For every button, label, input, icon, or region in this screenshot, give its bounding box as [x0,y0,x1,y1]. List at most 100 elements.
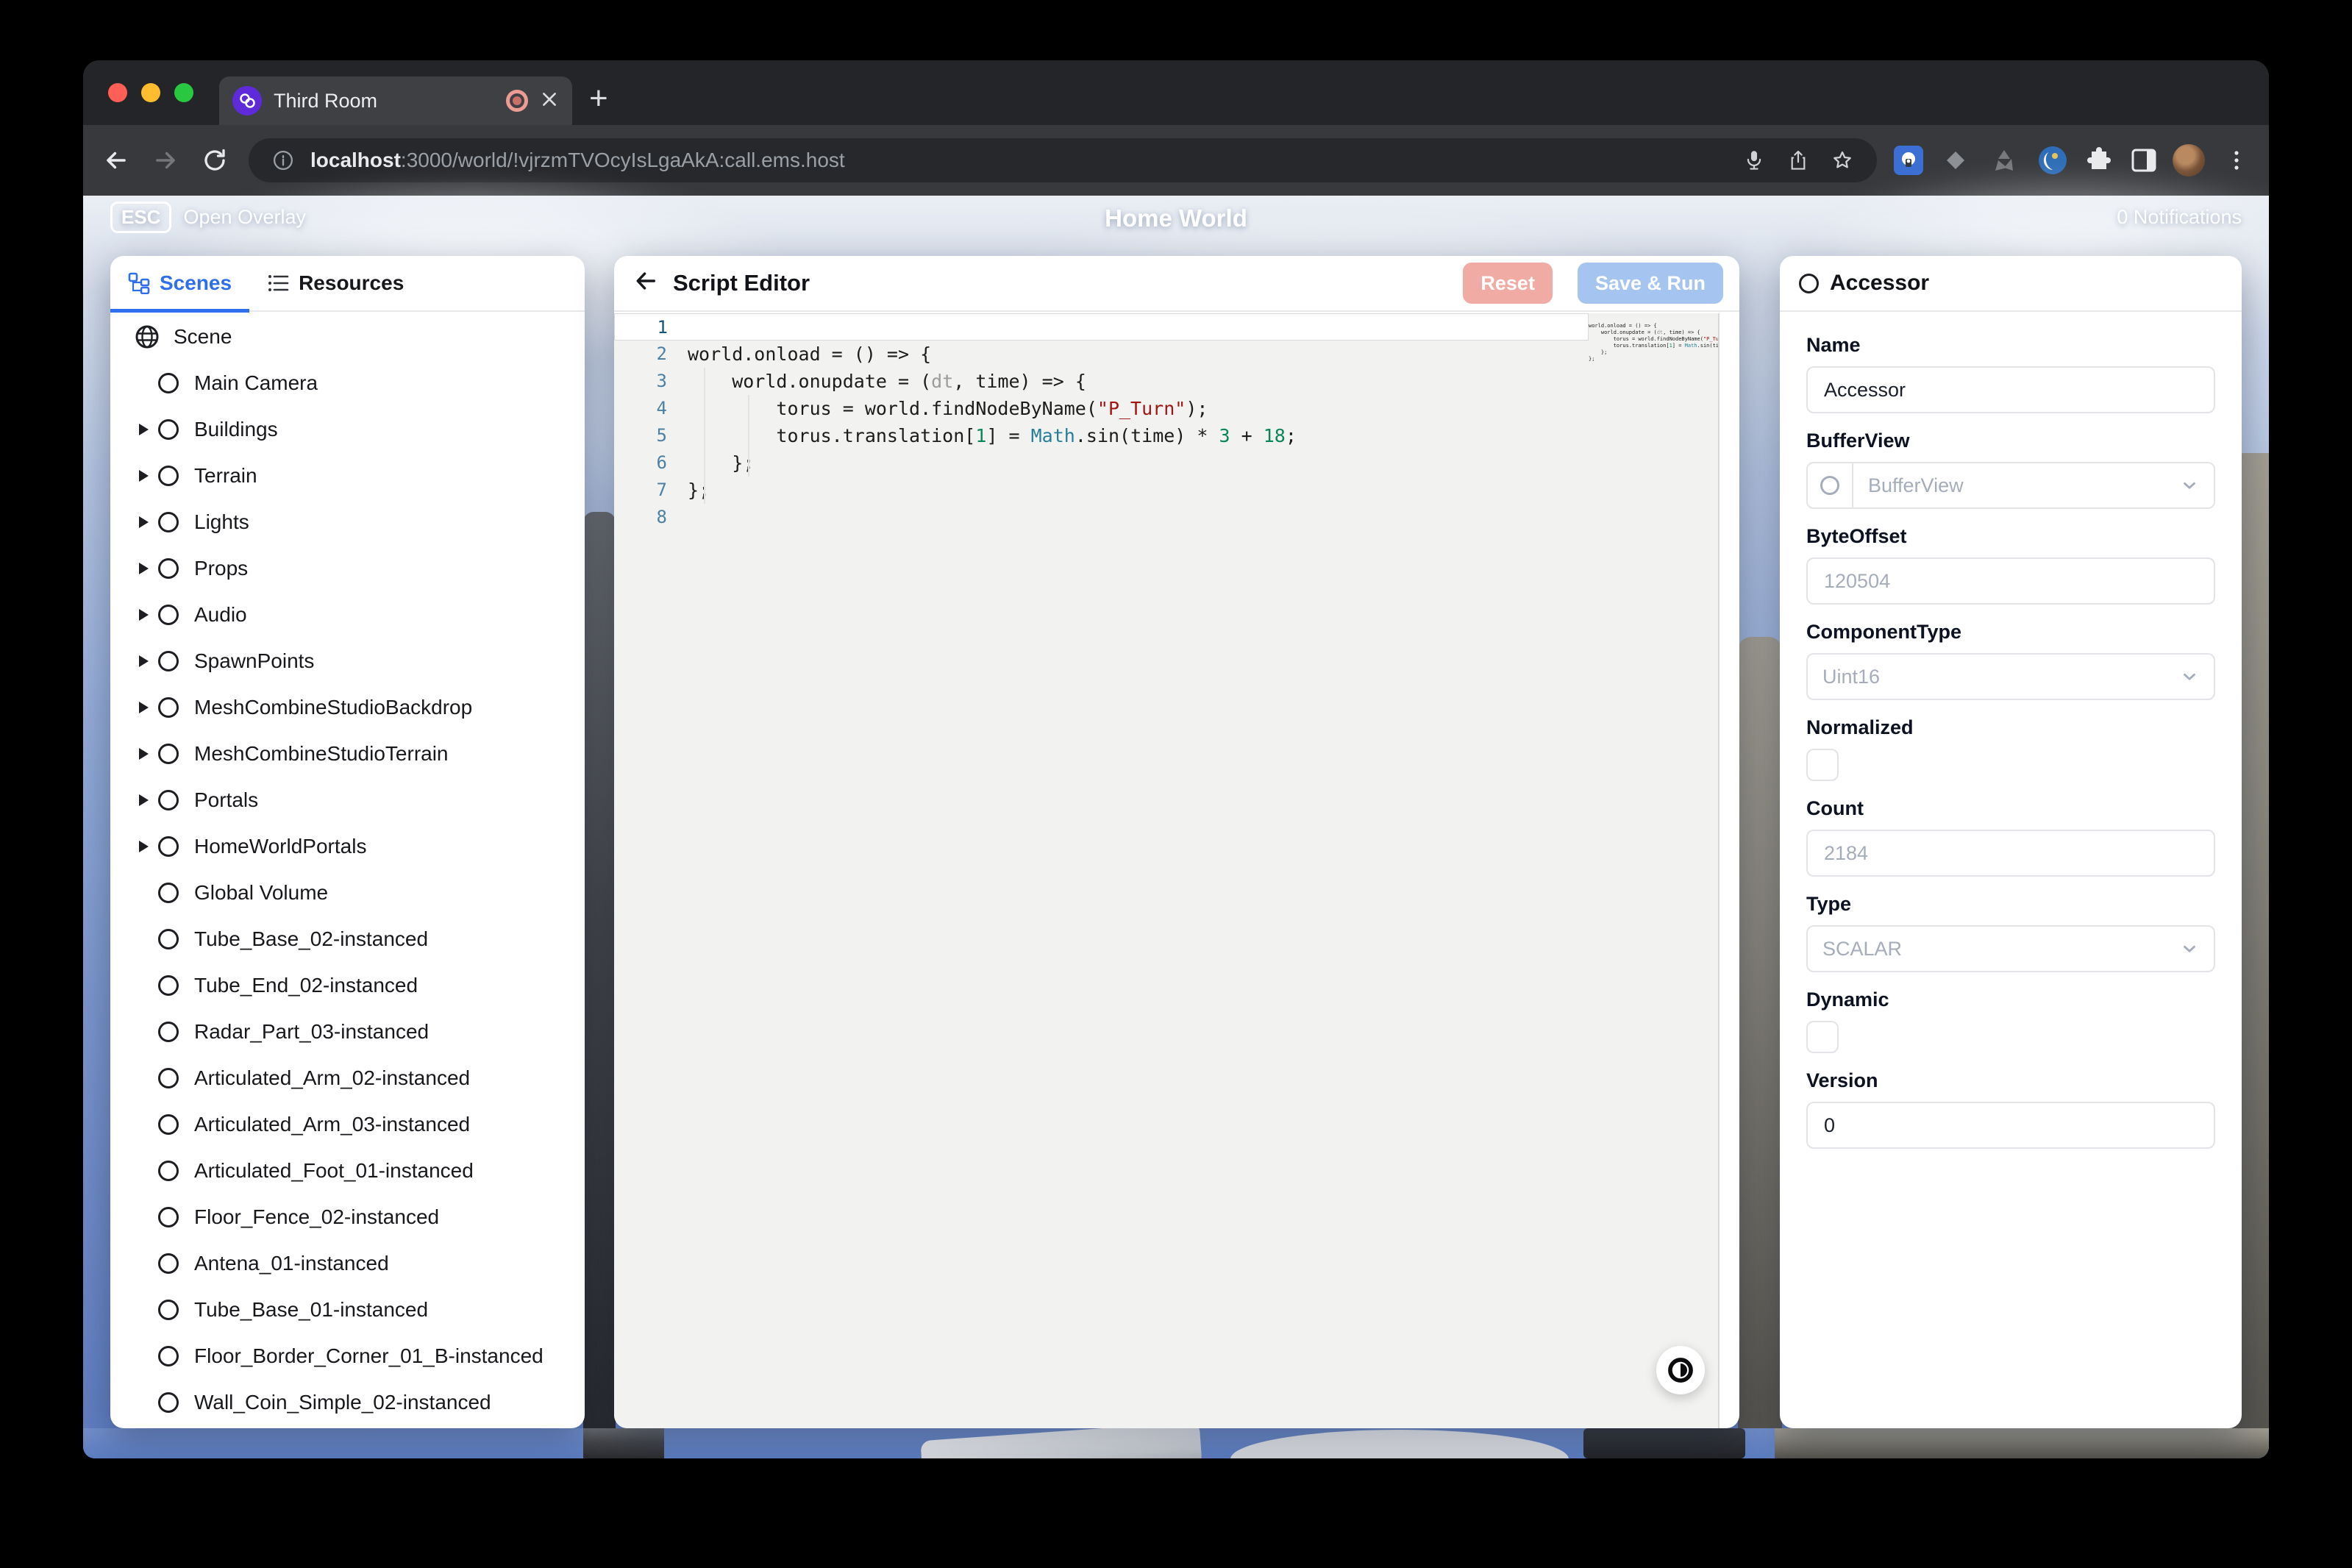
entity-circle-icon [158,1114,179,1135]
field-bufferview-select[interactable]: BufferView [1806,462,2215,509]
code-line-7[interactable]: 7}; [614,477,1589,504]
tree-node-lights[interactable]: Lights [110,499,585,545]
expand-arrow-icon[interactable] [135,609,158,621]
tree-node-floor-fence-02-instanced[interactable]: Floor_Fence_02-instanced [110,1194,585,1240]
password-manager-extension-icon[interactable] [1892,144,1925,177]
field-count-input[interactable] [1806,830,2215,877]
code-line-4[interactable]: 4 torus = world.findNodeByName("P_Turn")… [614,395,1589,422]
triangle-icon [139,563,149,574]
tree-node-articulated-arm-02-instanced[interactable]: Articulated_Arm_02-instanced [110,1055,585,1101]
tree-node-buildings[interactable]: Buildings [110,406,585,452]
expand-arrow-icon[interactable] [135,748,158,760]
code-token: 3 [1219,425,1230,446]
properties-title: Accessor [1830,271,1929,296]
tree-node-spawnpoints[interactable]: SpawnPoints [110,638,585,684]
site-info-icon[interactable] [266,149,300,171]
tree-node-radar-part-03-instanced[interactable]: Radar_Part_03-instanced [110,1008,585,1055]
expand-arrow-icon[interactable] [135,424,158,435]
minimap-line: world.onupdate = (dt, time) => { [1589,329,1718,336]
reload-button[interactable] [194,140,235,181]
code-line-8[interactable]: 8 [614,504,1589,531]
tree-node-meshcombinestudioterrain[interactable]: MeshCombineStudioTerrain [110,730,585,777]
tree-node-homeworldportals[interactable]: HomeWorldPortals [110,823,585,869]
tree-node-terrain[interactable]: Terrain [110,452,585,499]
tree-node-label: Main Camera [194,371,318,395]
tree-node-scene-root[interactable]: Scene [110,313,585,360]
code-editor[interactable]: 12world.onload = () => {3 world.onupdate… [614,313,1720,1428]
share-icon[interactable] [1781,149,1815,171]
back-arrow-button[interactable] [633,268,658,298]
window-close-button[interactable] [108,83,127,102]
tab-close-button[interactable] [540,90,559,113]
editor-minimap[interactable]: world.onload = () => { world.onupdate = … [1589,316,1718,369]
field-version-input[interactable] [1806,1102,2215,1149]
chevron-down-icon [2180,476,2199,495]
expand-arrow-icon[interactable] [135,655,158,667]
forward-button[interactable] [145,140,186,181]
tree-node-label: Terrain [194,464,257,488]
tree-node-label: Lights [194,510,249,534]
rock-cliff [583,512,616,1428]
field-byteoffset-input[interactable] [1806,557,2215,605]
tree-node-tube-end-02-instanced[interactable]: Tube_End_02-instanced [110,962,585,1008]
editor-theme-toggle-button[interactable] [1656,1346,1705,1394]
tree-node-antena-01-instanced[interactable]: Antena_01-instanced [110,1240,585,1286]
field-dynamic-checkbox[interactable] [1806,1021,1839,1053]
field-componenttype-select[interactable]: Uint16 [1806,653,2215,700]
window-minimize-button[interactable] [141,83,160,102]
minimap-token: , time) => { [1663,329,1700,335]
tree-node-wall-coin-simple-02-instanced[interactable]: Wall_Coin_Simple_02-instanced [110,1379,585,1425]
window-zoom-button[interactable] [174,83,193,102]
tree-node-meshcombinestudiobackdrop[interactable]: MeshCombineStudioBackdrop [110,684,585,730]
code-text: world.onupdate = (dt, time) => { [688,368,1589,395]
expand-arrow-icon[interactable] [135,702,158,713]
tree-node-floor-border-corner-01-b-instanced[interactable]: Floor_Border_Corner_01_B-instanced [110,1333,585,1379]
tree-node-articulated-foot-01-instanced[interactable]: Articulated_Foot_01-instanced [110,1147,585,1194]
tree-node-tube-base-01-instanced[interactable]: Tube_Base_01-instanced [110,1286,585,1333]
notifications-status[interactable]: 0 Notifications [2117,206,2242,229]
entity-circle-icon [158,1022,179,1042]
field-type-select[interactable]: SCALAR [1806,925,2215,972]
new-tab-button[interactable]: + [589,82,608,115]
reset-button[interactable]: Reset [1463,263,1553,304]
expand-arrow-icon[interactable] [135,516,158,528]
expand-arrow-icon[interactable] [135,563,158,574]
tree-node-portals[interactable]: Portals [110,777,585,823]
browser-tab[interactable]: Third Room [219,76,572,125]
tree-node-articulated-arm-03-instanced[interactable]: Articulated_Arm_03-instanced [110,1101,585,1147]
bookmark-star-icon[interactable] [1825,149,1859,171]
back-button[interactable] [96,140,137,181]
tree-node-audio[interactable]: Audio [110,591,585,638]
minimap-token: torus = world.findNodeByName( [1589,336,1703,342]
profile-avatar[interactable] [2173,144,2205,177]
robot-model [920,1428,1202,1458]
expand-arrow-icon[interactable] [135,794,158,806]
triangle-icon [139,841,149,852]
tree-node-tube-base-02-instanced[interactable]: Tube_Base_02-instanced [110,916,585,962]
code-token: }; [688,480,710,501]
code-line-2[interactable]: 2world.onload = () => { [614,341,1589,368]
minimap-token: "P_Turn" [1703,336,1718,342]
tree-node-global-volume[interactable]: Global Volume [110,869,585,916]
minimap-token: }; [1589,349,1607,355]
field-name-input[interactable] [1806,366,2215,413]
expand-arrow-icon[interactable] [135,470,158,482]
tab-resources[interactable]: Resources [249,256,421,311]
code-line-5[interactable]: 5 torus.translation[1] = Math.sin(time) … [614,422,1589,449]
field-label-normalized: Normalized [1806,716,2215,739]
code-line-3[interactable]: 3 world.onupdate = (dt, time) => { [614,368,1589,395]
line-number: 1 [615,314,688,340]
tree-node-props[interactable]: Props [110,545,585,591]
browser-menu-kebab-icon[interactable] [2220,144,2253,177]
tree-node-main-camera[interactable]: Main Camera [110,360,585,406]
hierarchy-panel: Scenes Resources Scene [110,256,585,1428]
tab-scenes[interactable]: Scenes [110,256,249,311]
code-line-1[interactable]: 1 [614,313,1589,341]
save-and-run-button[interactable]: Save & Run [1578,263,1723,304]
microphone-icon[interactable] [1737,149,1771,171]
field-normalized-checkbox[interactable] [1806,749,1839,781]
code-line-6[interactable]: 6 }; [614,449,1589,477]
entity-circle-icon [158,605,179,625]
world-title: Home World [83,204,2269,232]
expand-arrow-icon[interactable] [135,841,158,852]
